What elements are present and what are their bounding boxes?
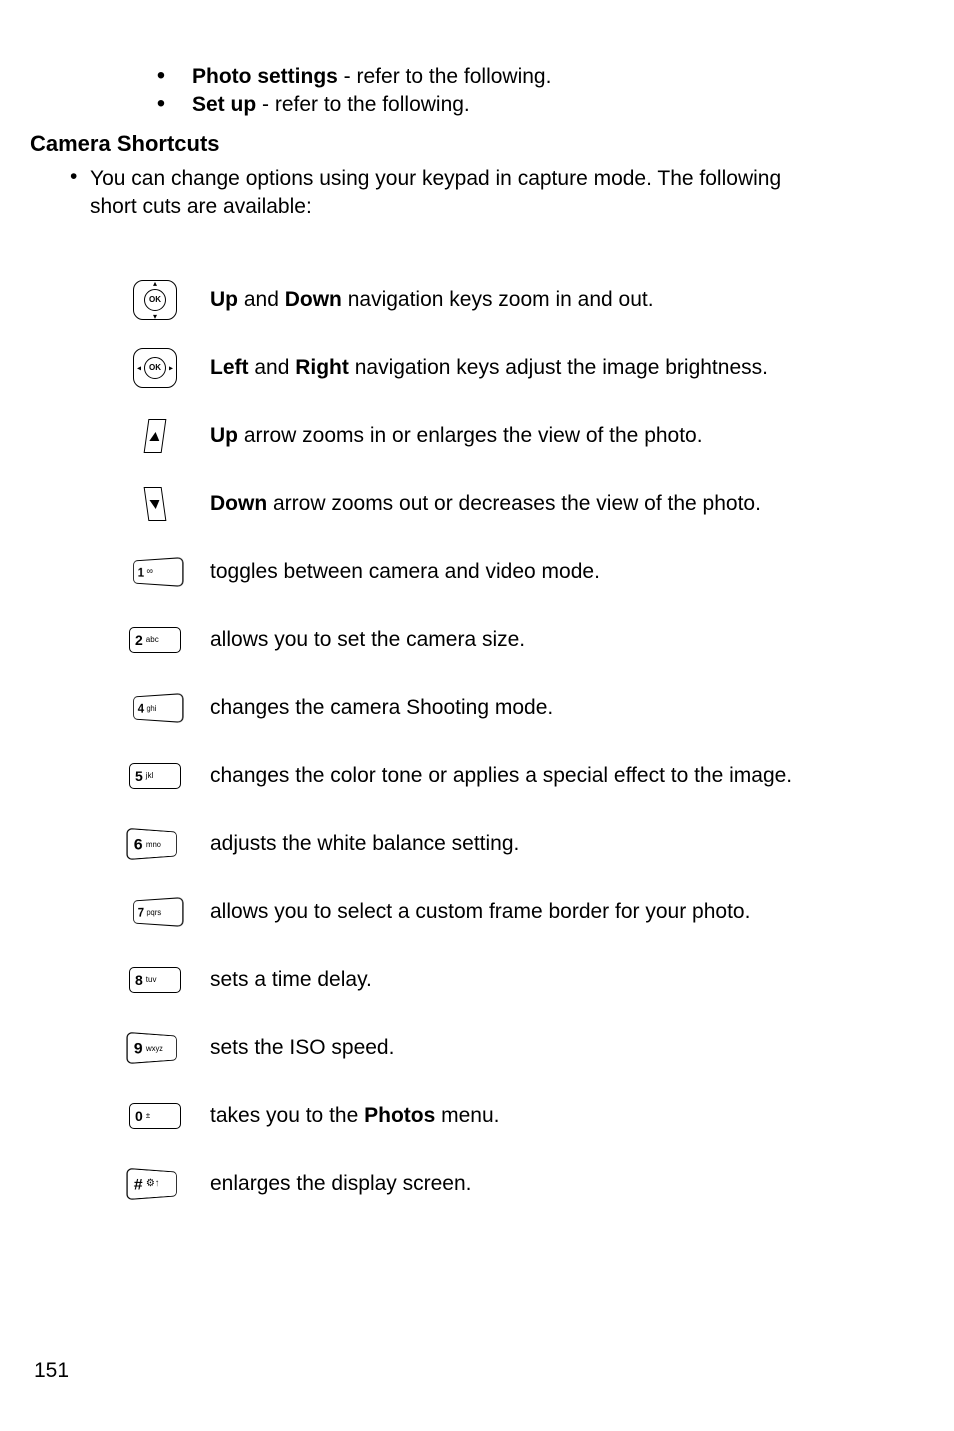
nav-key-updown-icon: ▴ OK ▾: [100, 280, 210, 320]
bullet-dot: •: [130, 65, 192, 86]
bullet-item: • Photo settings - refer to the followin…: [130, 65, 924, 89]
shortcut-description: allows you to set the camera size.: [210, 628, 525, 652]
shortcut-description: adjusts the white balance setting.: [210, 832, 519, 856]
bullet-suffix: - refer to the following.: [338, 65, 552, 88]
shortcut-row: 1∞ toggles between camera and video mode…: [100, 552, 924, 592]
keypad-1-icon: 1∞: [100, 559, 210, 585]
keypad-4-icon: 4ghi: [100, 695, 210, 721]
shortcut-description: sets the ISO speed.: [210, 1036, 394, 1060]
shortcut-description: sets a time delay.: [210, 968, 372, 992]
bullet-text: Set up - refer to the following.: [192, 93, 470, 117]
shortcut-row: Down arrow zooms out or decreases the vi…: [100, 484, 924, 524]
bullet-dot: •: [70, 165, 90, 222]
shortcut-description: toggles between camera and video mode.: [210, 560, 600, 584]
page-number: 151: [34, 1359, 69, 1383]
shortcut-row: 9wxyz sets the ISO speed.: [100, 1028, 924, 1068]
shortcut-description: enlarges the display screen.: [210, 1172, 472, 1196]
bullet-suffix: - refer to the following.: [256, 93, 470, 116]
bullet-dot: •: [130, 93, 192, 114]
shortcut-description: Down arrow zooms out or decreases the vi…: [210, 492, 761, 516]
keypad-7-icon: 7pqrs: [100, 899, 210, 925]
bullet-item: • Set up - refer to the following.: [130, 93, 924, 117]
bullet-text: Photo settings - refer to the following.: [192, 65, 551, 89]
section-heading: Camera Shortcuts: [30, 131, 924, 157]
shortcut-description: Left and Right navigation keys adjust th…: [210, 356, 768, 380]
keypad-9-icon: 9wxyz: [100, 1034, 210, 1062]
bullet-label: Set up: [192, 93, 256, 116]
shortcut-row: #⚙↑ enlarges the display screen.: [100, 1164, 924, 1204]
shortcut-description: Up and Down navigation keys zoom in and …: [210, 288, 654, 312]
down-arrow-icon: [100, 487, 210, 521]
shortcut-row: ▴ OK ▾ Up and Down navigation keys zoom …: [100, 280, 924, 320]
intro-text: You can change options using your keypad…: [90, 165, 830, 222]
bullet-label: Photo settings: [192, 65, 338, 88]
keypad-8-icon: 8tuv: [100, 967, 210, 993]
up-arrow-icon: [100, 419, 210, 453]
shortcut-description: Up arrow zooms in or enlarges the view o…: [210, 424, 703, 448]
shortcut-row: Up arrow zooms in or enlarges the view o…: [100, 416, 924, 456]
shortcut-row: 2abc allows you to set the camera size.: [100, 620, 924, 660]
shortcut-row: 8tuv sets a time delay.: [100, 960, 924, 1000]
shortcut-row: 6mno adjusts the white balance setting.: [100, 824, 924, 864]
shortcut-row: ◂ OK ▸ Left and Right navigation keys ad…: [100, 348, 924, 388]
keypad-0-icon: 0±: [100, 1103, 210, 1129]
top-bullet-list: • Photo settings - refer to the followin…: [130, 65, 924, 117]
shortcut-description: allows you to select a custom frame bord…: [210, 900, 750, 924]
keypad-2-icon: 2abc: [100, 627, 210, 653]
intro-paragraph: • You can change options using your keyp…: [70, 165, 924, 222]
shortcut-row: 4ghi changes the camera Shooting mode.: [100, 688, 924, 728]
shortcut-row: 0± takes you to the Photos menu.: [100, 1096, 924, 1136]
shortcut-list: ▴ OK ▾ Up and Down navigation keys zoom …: [100, 280, 924, 1204]
shortcut-row: 7pqrs allows you to select a custom fram…: [100, 892, 924, 932]
keypad-6-icon: 6mno: [100, 830, 210, 858]
shortcut-row: 5jkl changes the color tone or applies a…: [100, 756, 924, 796]
shortcut-description: changes the camera Shooting mode.: [210, 696, 553, 720]
keypad-5-icon: 5jkl: [100, 763, 210, 789]
keypad-hash-icon: #⚙↑: [100, 1170, 210, 1198]
page-content: • Photo settings - refer to the followin…: [30, 60, 924, 1204]
shortcut-description: takes you to the Photos menu.: [210, 1104, 499, 1128]
nav-key-leftright-icon: ◂ OK ▸: [100, 348, 210, 388]
shortcut-description: changes the color tone or applies a spec…: [210, 764, 792, 788]
